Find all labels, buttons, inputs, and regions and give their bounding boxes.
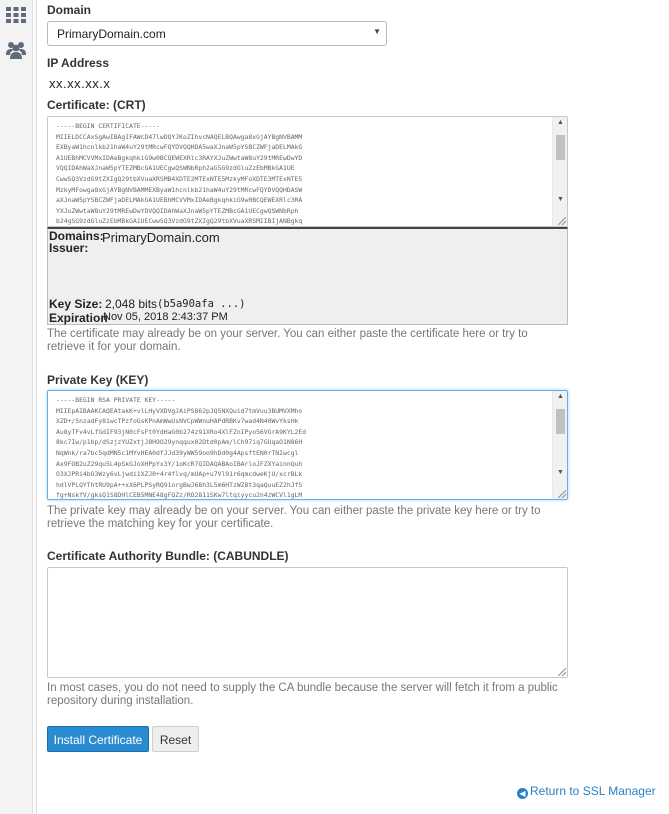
return-to-ssl-manager-link[interactable]: ◀ Return to SSL Manager [517, 784, 656, 799]
users-icon[interactable] [5, 39, 27, 61]
back-arrow-icon: ◀ [517, 788, 528, 799]
resize-grip-icon[interactable] [558, 490, 566, 498]
private-key-textarea[interactable]: -----BEGIN RSA PRIVATE KEY----- MIIEpAIB… [47, 390, 568, 500]
resize-grip-icon[interactable] [558, 668, 566, 676]
install-ssl-form: Domain PrimaryDomain.com ▼ IP Address xx… [47, 0, 656, 814]
expiration-key: Expiration [49, 311, 108, 325]
domain-select[interactable]: PrimaryDomain.com ▼ [47, 21, 387, 46]
key-size-value: 2,048 bits [105, 297, 158, 311]
private-key-help-text: The private key may already be on your s… [47, 505, 541, 530]
select-caret-icon: ▼ [373, 27, 381, 36]
certificate-label: Certificate: (CRT) [47, 98, 146, 112]
key-size-key: Key Size: [49, 297, 103, 311]
domain-selected-value: PrimaryDomain.com [57, 27, 166, 41]
expiration-value: Nov 05, 2018 2:43:37 PM [103, 311, 228, 323]
private-key-scrollbar[interactable]: ▲ ▼ [552, 391, 567, 499]
cabundle-label: Certificate Authority Bundle: (CABUNDLE) [47, 549, 289, 563]
private-key-label: Private Key (KEY) [47, 373, 149, 387]
domains-value: PrimaryDomain.com [102, 230, 220, 245]
certificate-scrollbar[interactable]: ▲ ▼ [552, 117, 567, 226]
issuer-key: Issuer: [49, 241, 89, 255]
scroll-up-icon[interactable]: ▲ [557, 119, 564, 126]
certificate-help-text: The certificate may already be on your s… [47, 328, 528, 353]
ip-address-value: xx.xx.xx.x [49, 76, 111, 91]
gutter-divider [33, 0, 37, 814]
ip-address-label: IP Address [47, 56, 110, 70]
domain-label: Domain [47, 3, 92, 17]
scroll-thumb[interactable] [556, 135, 565, 160]
certificate-text: -----BEGIN CERTIFICATE----- MIIELDCCAxSg… [56, 122, 303, 226]
key-id-value: (b5a90afa ...) [157, 298, 246, 310]
scroll-down-icon[interactable]: ▼ [557, 196, 564, 203]
install-certificate-button[interactable]: Install Certificate [47, 726, 149, 752]
private-key-text: -----BEGIN RSA PRIVATE KEY----- MIIEpAIB… [56, 396, 307, 500]
cabundle-text [48, 568, 567, 572]
certificate-textarea[interactable]: -----BEGIN CERTIFICATE----- MIIELDCCAxSg… [47, 116, 568, 227]
return-link-label: Return to SSL Manager [530, 784, 656, 798]
reset-button[interactable]: Reset [152, 726, 199, 752]
scroll-up-icon[interactable]: ▲ [557, 393, 564, 400]
apps-grid-icon[interactable] [5, 6, 27, 28]
scroll-thumb[interactable] [556, 409, 565, 434]
cabundle-help-text: In most cases, you do not need to supply… [47, 682, 558, 707]
side-rail [0, 0, 33, 814]
certificate-details-panel: Domains: PrimaryDomain.com Issuer: Key S… [47, 227, 568, 325]
resize-grip-icon[interactable] [558, 217, 566, 225]
scroll-down-icon[interactable]: ▼ [557, 469, 564, 476]
cabundle-textarea[interactable] [47, 567, 568, 678]
